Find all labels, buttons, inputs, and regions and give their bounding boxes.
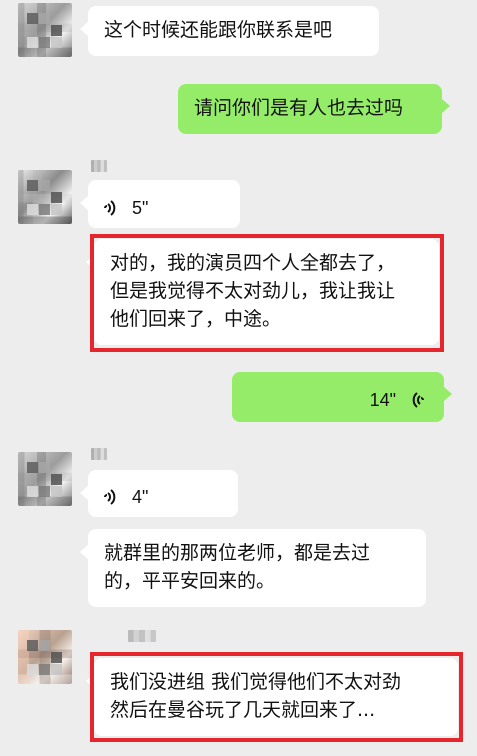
voice-duration: 5"	[132, 198, 149, 218]
avatar[interactable]	[18, 630, 72, 684]
sender-name-blurred	[91, 448, 107, 460]
sender-name-blurred	[91, 160, 107, 172]
chat-thread: 这个时候还能跟你联系是吧 请问你们是有人也去过吗 5" 对的，我的演员四个人全都…	[0, 0, 477, 756]
sender-name-blurred	[128, 630, 156, 642]
incoming-voice-bubble[interactable]: 5"	[80, 180, 240, 228]
incoming-text-bubble[interactable]: 这个时候还能跟你联系是吧	[80, 6, 379, 56]
voice-message: 5"	[102, 194, 148, 222]
message-row-8: 我们没进组 我们觉得他们不太对劲 然后在曼谷玩了几天就回来了...	[0, 620, 477, 756]
sound-wave-icon	[104, 200, 116, 216]
message-text: 这个时候还能跟你联系是吧	[104, 19, 333, 41]
message-text: 对的，我的演员四个人全都去了， 但是我觉得不太对劲儿，我让我让 他们回来了，中途…	[110, 252, 396, 330]
message-row-6: 4"	[0, 438, 477, 517]
avatar[interactable]	[18, 3, 72, 57]
message-row-1: 这个时候还能跟你联系是吧	[0, 0, 477, 72]
message-row-3: 5"	[0, 156, 477, 228]
incoming-text-bubble[interactable]: 就群里的那两位老师，都是去过 的，平平安回来的。	[80, 529, 426, 607]
incoming-text-bubble[interactable]: 对的，我的演员四个人全都去了， 但是我觉得不太对劲儿，我让我让 他们回来了，中途…	[86, 239, 439, 345]
voice-duration: 4"	[132, 487, 149, 507]
voice-duration: 14"	[369, 390, 396, 410]
message-text: 我们没进组 我们觉得他们不太对劲 然后在曼谷玩了几天就回来了...	[110, 671, 402, 721]
incoming-text-bubble[interactable]: 我们没进组 我们觉得他们不太对劲 然后在曼谷玩了几天就回来了...	[86, 658, 458, 736]
avatar[interactable]	[18, 452, 72, 506]
voice-message: 14"	[370, 386, 426, 414]
message-row-2: 请问你们是有人也去过吗	[0, 76, 477, 138]
message-row-4: 对的，我的演员四个人全都去了， 但是我觉得不太对劲儿，我让我让 他们回来了，中途…	[0, 231, 477, 352]
avatar[interactable]	[18, 170, 72, 224]
voice-message: 4"	[102, 483, 148, 511]
outgoing-voice-bubble[interactable]: 14"	[232, 372, 452, 422]
sound-wave-icon	[104, 489, 116, 505]
sound-wave-icon	[412, 392, 424, 408]
outgoing-text-bubble[interactable]: 请问你们是有人也去过吗	[178, 84, 450, 134]
message-row-5: 14"	[0, 366, 477, 432]
incoming-voice-bubble[interactable]: 4"	[80, 470, 238, 517]
message-text: 请问你们是有人也去过吗	[194, 97, 404, 119]
message-text: 就群里的那两位老师，都是去过 的，平平安回来的。	[104, 542, 371, 592]
message-row-7: 就群里的那两位老师，都是去过 的，平平安回来的。	[0, 521, 477, 611]
